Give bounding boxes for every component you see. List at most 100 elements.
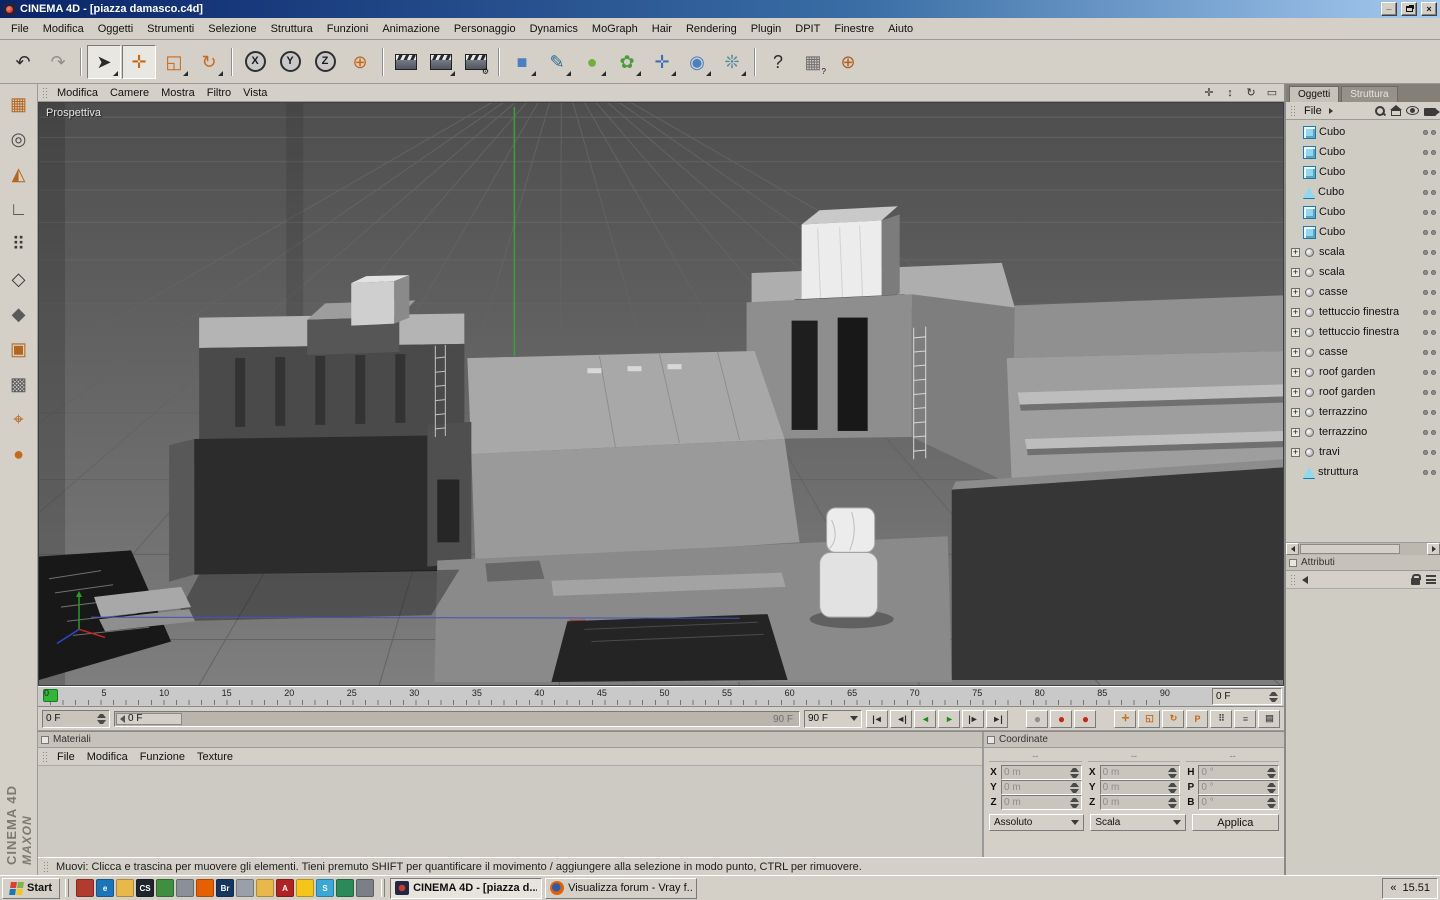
quicklaunch-firefox-icon[interactable] bbox=[196, 879, 215, 897]
spinner-icon[interactable] bbox=[1267, 783, 1276, 793]
size-field[interactable]: 0 m bbox=[1099, 780, 1181, 795]
animation-mode-button[interactable]: ▣ bbox=[4, 335, 34, 363]
object-row[interactable]: scala bbox=[1286, 262, 1440, 282]
expand-icon[interactable] bbox=[1291, 367, 1300, 377]
visibility-dots[interactable] bbox=[1423, 169, 1436, 175]
materials-menu-item[interactable]: Texture bbox=[191, 749, 239, 765]
spinner-icon[interactable] bbox=[1267, 798, 1276, 808]
object-row[interactable]: terrazzino bbox=[1286, 422, 1440, 442]
coordinates-header[interactable]: Coordinate bbox=[984, 732, 1284, 748]
taskbar-handle[interactable] bbox=[381, 879, 386, 897]
timeline-settings-button[interactable]: ▤ bbox=[1258, 709, 1280, 728]
object-axis-mode-button[interactable]: ⌖ bbox=[4, 405, 34, 433]
undo-button[interactable]: ↶ bbox=[6, 45, 40, 79]
current-frame-field[interactable]: 0 F bbox=[42, 709, 110, 728]
timeline-ruler[interactable]: 0 5 10 15 20 25 30 35 40 45 50 55 60 65 … bbox=[38, 686, 1284, 707]
menu-item[interactable]: Dynamics bbox=[523, 20, 585, 38]
add-environment-button[interactable]: ◉ bbox=[680, 45, 714, 79]
close-button[interactable]: × bbox=[1421, 2, 1437, 16]
size-field[interactable]: 0 m bbox=[1099, 795, 1181, 810]
quicklaunch-photoshop-icon[interactable]: CS bbox=[136, 879, 155, 897]
menu-item[interactable]: Funzioni bbox=[320, 20, 376, 38]
move-tool-button[interactable]: ✛ bbox=[122, 44, 156, 79]
lock-x-axis-button[interactable]: X bbox=[238, 45, 272, 79]
menu-item[interactable]: Rendering bbox=[679, 20, 744, 38]
record-pla-button[interactable]: ⠿ bbox=[1210, 709, 1232, 728]
add-deformer-button[interactable]: ✛ bbox=[645, 45, 679, 79]
live-selection-button[interactable]: ➤ bbox=[87, 44, 121, 79]
menu-item[interactable]: Oggetti bbox=[91, 20, 140, 38]
visibility-dots[interactable] bbox=[1423, 329, 1436, 335]
make-editable-button[interactable]: ▦ bbox=[4, 90, 34, 118]
record-position-button[interactable]: ✛ bbox=[1114, 709, 1136, 728]
expand-icon[interactable] bbox=[1291, 387, 1300, 397]
menu-item[interactable]: File bbox=[4, 20, 36, 38]
object-row[interactable]: Cubo bbox=[1286, 182, 1440, 202]
menu-item[interactable]: Hair bbox=[645, 20, 679, 38]
rotate-tool-button[interactable]: ↻ bbox=[192, 45, 226, 79]
palette-grip[interactable] bbox=[1290, 573, 1297, 586]
online-updater-button[interactable]: ⊕ bbox=[831, 45, 865, 79]
object-manager-file-menu[interactable]: File bbox=[1301, 103, 1325, 119]
title-bar[interactable]: CINEMA 4D - [piazza damasco.c4d] _ × bbox=[0, 0, 1440, 18]
menu-item[interactable]: Finestre bbox=[827, 20, 881, 38]
home-icon[interactable] bbox=[1390, 105, 1402, 116]
play-forward-button[interactable]: ► bbox=[938, 709, 960, 728]
panel-tab[interactable]: Struttura bbox=[1341, 86, 1398, 102]
materials-menu-item[interactable]: Modifica bbox=[81, 749, 134, 765]
mode-dropdown[interactable]: Assoluto bbox=[989, 814, 1085, 831]
lock-y-axis-button[interactable]: Y bbox=[273, 45, 307, 79]
object-row[interactable]: terrazzino bbox=[1286, 402, 1440, 422]
spinner-icon[interactable] bbox=[1267, 768, 1276, 778]
attributes-body[interactable] bbox=[1286, 589, 1440, 875]
restore-button[interactable] bbox=[1401, 2, 1417, 16]
record-rotation-button[interactable]: ↻ bbox=[1162, 709, 1184, 728]
taskbar-handle[interactable] bbox=[65, 879, 70, 897]
expand-icon[interactable] bbox=[1291, 327, 1300, 337]
expand-icon[interactable] bbox=[1291, 247, 1300, 257]
goto-end-button[interactable]: ►| bbox=[986, 709, 1008, 728]
materials-menu-item[interactable]: Funzione bbox=[134, 749, 191, 765]
visibility-dots[interactable] bbox=[1423, 189, 1436, 195]
spinner-icon[interactable] bbox=[1168, 768, 1177, 778]
viewport-menu-item[interactable]: Mostra bbox=[155, 85, 201, 101]
object-row[interactable]: tettuccio finestra bbox=[1286, 322, 1440, 342]
visibility-dots[interactable] bbox=[1423, 469, 1436, 475]
spinner-icon[interactable] bbox=[1070, 798, 1079, 808]
object-row[interactable]: travi bbox=[1286, 442, 1440, 462]
spinner-icon[interactable] bbox=[1269, 692, 1278, 702]
expand-icon[interactable] bbox=[1291, 427, 1300, 437]
quicklaunch-acrobat-icon[interactable]: A bbox=[276, 879, 295, 897]
polygons-mode-button[interactable]: ◆ bbox=[4, 300, 34, 328]
palette-grip[interactable] bbox=[42, 750, 49, 763]
object-row[interactable]: casse bbox=[1286, 342, 1440, 362]
content-browser-button[interactable]: ▦ ? bbox=[796, 45, 830, 79]
rotation-field[interactable]: 0 ° bbox=[1198, 765, 1280, 780]
lock-icon[interactable] bbox=[1411, 574, 1421, 585]
scale-dropdown[interactable]: Scala bbox=[1090, 814, 1186, 831]
add-cube-button[interactable]: ■ bbox=[505, 45, 539, 79]
expand-icon[interactable] bbox=[1291, 287, 1300, 297]
previous-frame-button[interactable]: ◄| bbox=[890, 709, 912, 728]
spinner-icon[interactable] bbox=[97, 714, 106, 724]
visibility-dots[interactable] bbox=[1423, 309, 1436, 315]
attributes-header[interactable]: Attributi bbox=[1286, 555, 1440, 571]
menu-item[interactable]: Personaggio bbox=[447, 20, 523, 38]
quicklaunch-messenger-icon[interactable] bbox=[296, 879, 315, 897]
position-field[interactable]: 0 m bbox=[1001, 765, 1082, 780]
expand-icon[interactable] bbox=[1291, 347, 1300, 357]
spinner-icon[interactable] bbox=[1168, 798, 1177, 808]
visibility-dots[interactable] bbox=[1423, 349, 1436, 355]
position-field[interactable]: 0 m bbox=[1001, 795, 1082, 810]
materials-menu-item[interactable]: File bbox=[51, 749, 81, 765]
menu-item[interactable]: Aiuto bbox=[881, 20, 920, 38]
range-dropdown[interactable]: 90 F bbox=[804, 709, 862, 728]
quicklaunch-skype-icon[interactable]: S bbox=[316, 879, 335, 897]
goto-start-button[interactable]: |◄ bbox=[866, 709, 888, 728]
visibility-dots[interactable] bbox=[1423, 249, 1436, 255]
object-row[interactable]: Cubo bbox=[1286, 222, 1440, 242]
palette-grip[interactable] bbox=[42, 86, 49, 99]
eye-icon[interactable] bbox=[1406, 106, 1419, 115]
minimize-button[interactable]: _ bbox=[1381, 1, 1397, 16]
menu-item[interactable]: Strumenti bbox=[140, 20, 201, 38]
